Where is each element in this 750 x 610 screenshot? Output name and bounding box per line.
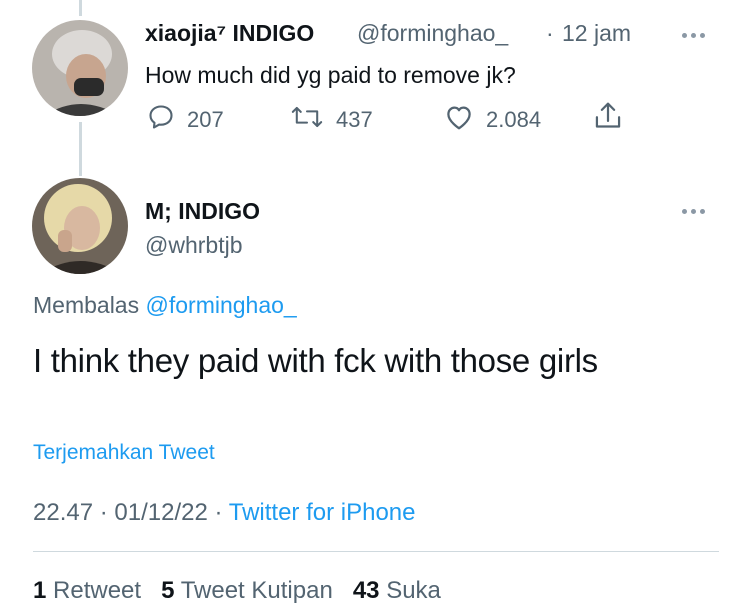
main-handle[interactable]: @whrbtjb [145,232,243,259]
tweet-time[interactable]: 22.47 [33,499,93,526]
reply-action[interactable]: 207 [147,103,224,137]
retweet-count: 437 [336,107,373,132]
quotes-label: Tweet Kutipan [180,577,333,604]
main-display-name[interactable]: M; INDIGO [145,198,260,225]
translate-tweet-link[interactable]: Terjemahkan Tweet [33,441,215,465]
heart-icon [444,103,474,137]
parent-time[interactable]: 12 jam [562,20,631,47]
retweet-icon [290,103,324,137]
retweets-label: Retweet [53,577,142,604]
replying-prefix: Membalas [33,292,140,318]
quotes-stat[interactable]: 5 Tweet Kutipan [161,577,333,604]
avatar-parent[interactable] [32,20,128,116]
replying-to-link[interactable]: @forminghao_ [146,292,297,318]
reply-count: 207 [187,107,224,132]
tweet-date[interactable]: 01/12/22 [114,499,207,526]
parent-handle[interactable]: @forminghao_ [357,20,508,47]
like-count: 2.084 [486,107,542,132]
retweets-count: 1 [33,577,47,604]
thread-line-top [79,0,82,16]
likes-count: 43 [352,577,380,604]
avatar-main[interactable] [32,178,128,274]
retweet-action[interactable]: 437 [290,103,373,137]
tweet-meta: 22.47 · 01/12/22 · Twitter for iPhone [33,499,415,527]
replying-to-line: Membalas @forminghao_ [33,292,297,319]
quotes-count: 5 [161,577,175,604]
thread-line-bottom [79,122,82,176]
likes-label: Suka [386,577,441,604]
reply-icon [147,103,175,137]
meta-dot-2: · [214,499,223,526]
share-action[interactable] [593,100,623,138]
parent-separator: · [546,20,554,46]
tweet-stats: 1 Retweet 5 Tweet Kutipan 43 Suka [33,577,441,605]
likes-stat[interactable]: 43 Suka [353,577,441,604]
main-tweet-text: I think they paid with fck with those gi… [33,342,598,379]
parent-more-icon[interactable] [682,33,705,38]
parent-tweet-text: How much did yg paid to remove jk? [145,62,516,88]
retweets-stat[interactable]: 1 Retweet [33,577,141,604]
tweet-source-link[interactable]: Twitter for iPhone [229,499,416,526]
share-icon [593,100,623,138]
meta-dot-1: · [99,499,108,526]
parent-display-name[interactable]: xiaojia⁷ INDIGO [145,20,314,47]
main-more-icon[interactable] [682,209,705,214]
stats-divider [33,551,719,552]
like-action[interactable]: 2.084 [444,103,541,137]
